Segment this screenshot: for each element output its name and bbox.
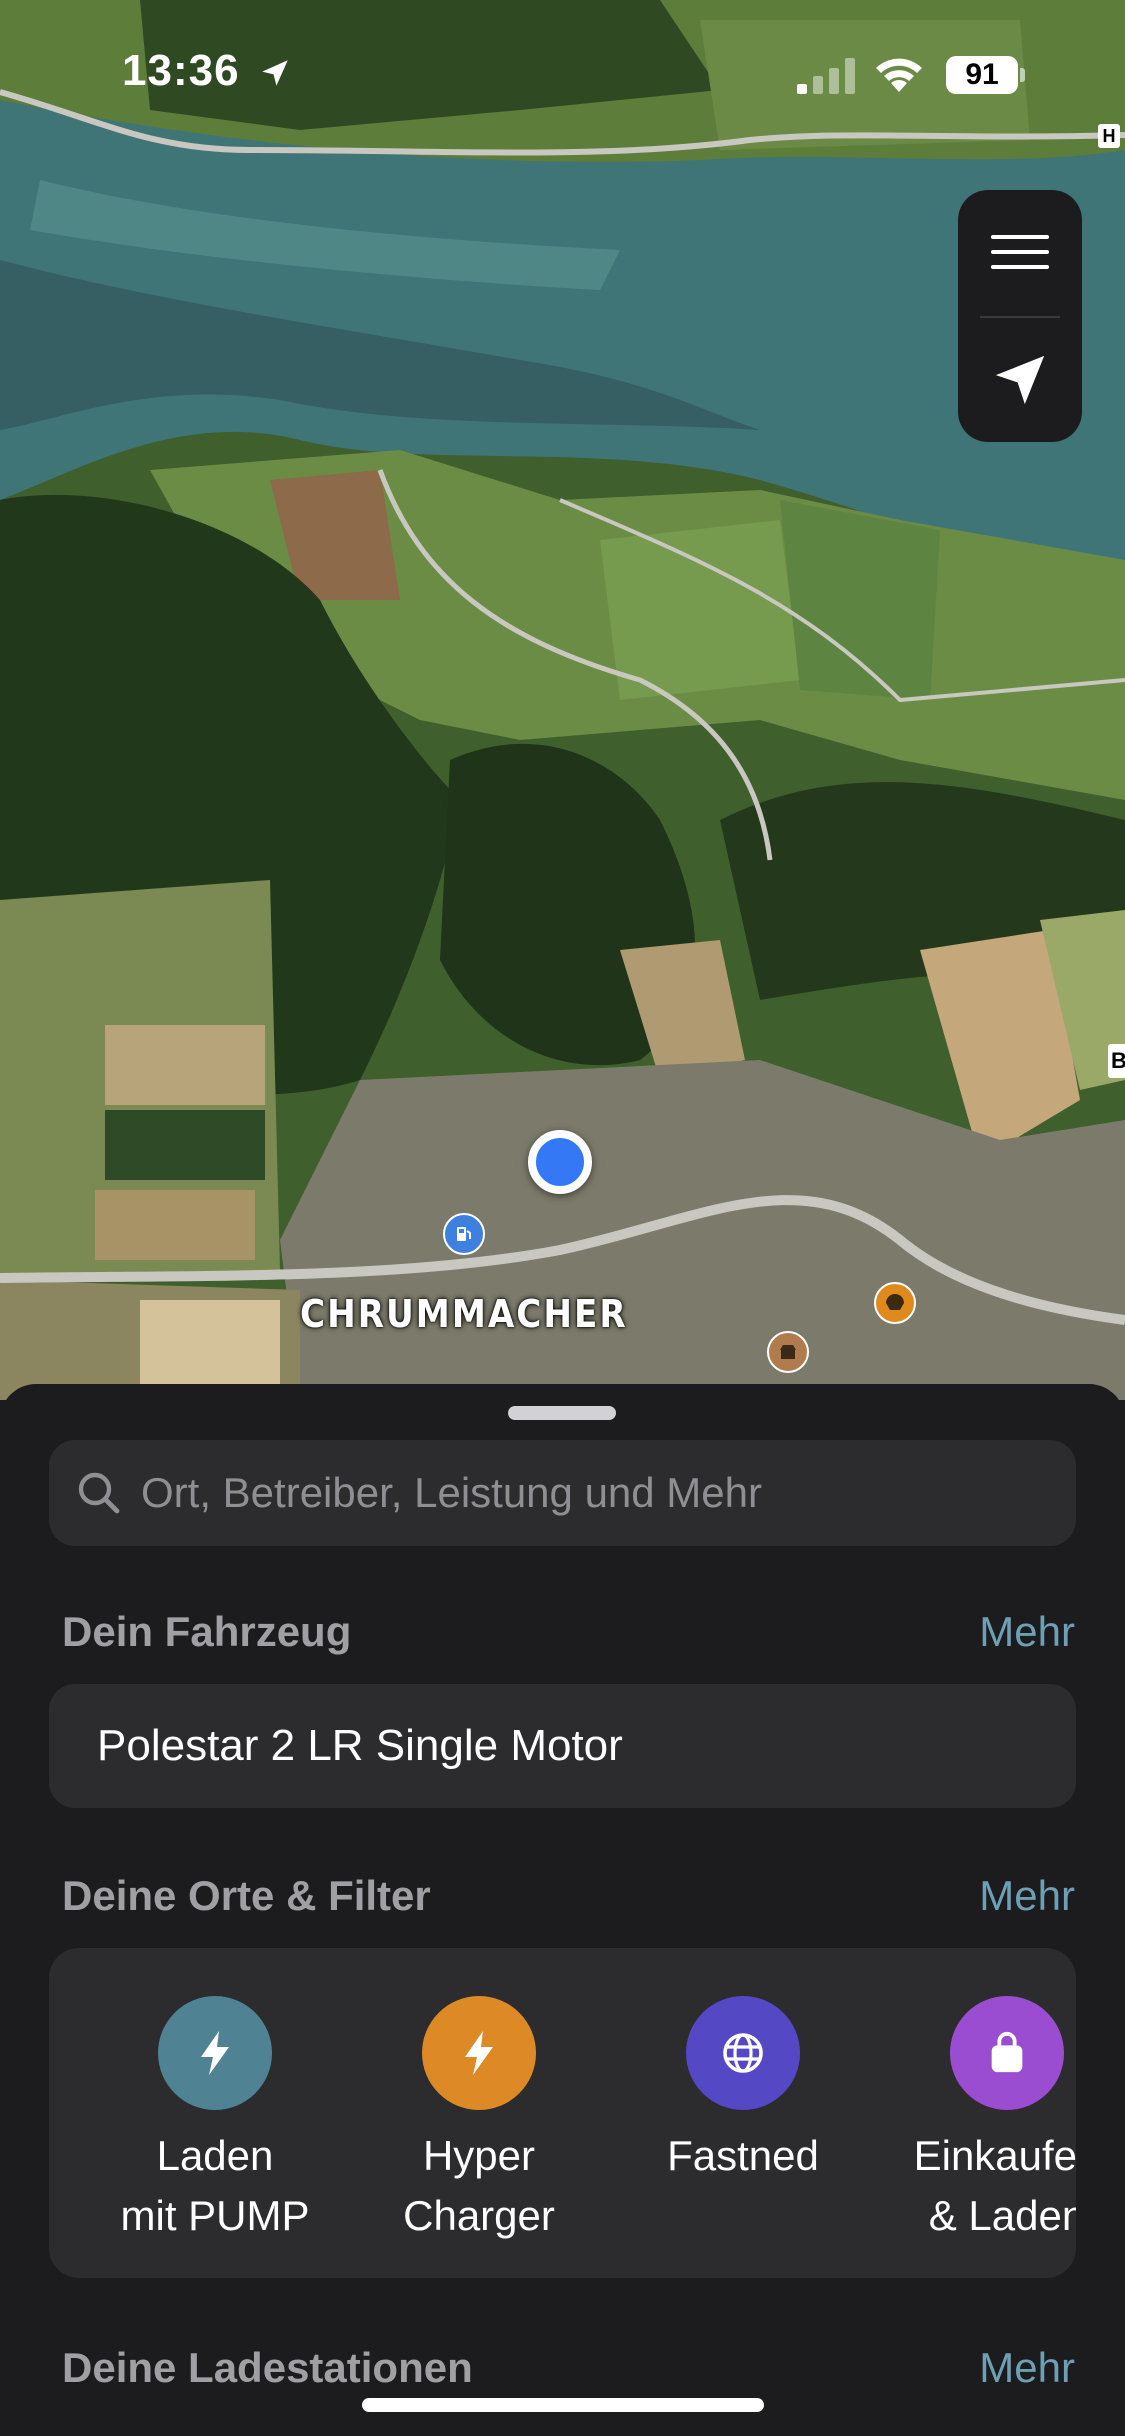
- filter-einkaufen-und-laden[interactable]: Einkaufen & Laden: [877, 1996, 1076, 2246]
- locate-me-button[interactable]: [958, 318, 1082, 442]
- filter-icon-circle: [950, 1996, 1064, 2110]
- wifi-icon: [876, 58, 922, 92]
- bolt-icon: [465, 2031, 493, 2075]
- location-services-icon: [262, 60, 288, 86]
- fuel-station-marker[interactable]: [443, 1213, 485, 1255]
- filter-hyper-charger[interactable]: Hyper Charger: [349, 1996, 609, 2246]
- user-location-dot: [528, 1130, 592, 1194]
- stations-more-link[interactable]: Mehr: [979, 2344, 1075, 2392]
- shell-station-marker[interactable]: [874, 1282, 916, 1324]
- shop-marker[interactable]: [767, 1331, 809, 1373]
- filter-label: Fastned: [667, 2132, 819, 2179]
- store-icon: [780, 1345, 796, 1359]
- globe-icon: [723, 2033, 763, 2073]
- filter-laden-mit-pump[interactable]: Laden mit PUMP: [85, 1996, 345, 2246]
- vehicle-name: Polestar 2 LR Single Motor: [97, 1721, 623, 1770]
- bottom-sheet: Dein Fahrzeug Mehr Polestar 2 LR Single …: [0, 1384, 1125, 2436]
- fuel-pump-icon: [457, 1227, 471, 1241]
- shopping-bag-icon: [991, 2031, 1023, 2073]
- home-indicator[interactable]: [362, 2398, 764, 2412]
- filter-label: Einkaufen & Laden: [913, 2132, 1076, 2239]
- status-bar: 13:36 91: [0, 0, 1125, 150]
- map-edge-label-h: H: [1098, 124, 1120, 148]
- map-menu-button[interactable]: [958, 190, 1082, 314]
- vehicle-card[interactable]: Polestar 2 LR Single Motor: [49, 1684, 1076, 1808]
- filters-more-link[interactable]: Mehr: [979, 1872, 1075, 1920]
- search-bar[interactable]: [49, 1440, 1076, 1546]
- shell-logo-icon: [886, 1294, 904, 1310]
- stations-section-title: Deine Ladestationen: [62, 2344, 473, 2391]
- vehicle-section-title: Dein Fahrzeug: [62, 1608, 352, 1655]
- sheet-grabber[interactable]: [508, 1406, 616, 1420]
- battery-cap: [1020, 68, 1025, 82]
- bolt-icon: [201, 2031, 229, 2075]
- map-edge-label-b: B: [1108, 1044, 1125, 1078]
- filter-label: Hyper Charger: [403, 2132, 555, 2239]
- cellular-signal-icon: [797, 58, 855, 94]
- map-place-label: CHRUMMACHER: [300, 1292, 628, 1336]
- map-view[interactable]: 13:36 91 H B CHRUMMACHER: [0, 0, 1125, 1400]
- filter-fastned[interactable]: Fastned: [613, 1996, 873, 2186]
- search-input[interactable]: [139, 1468, 1043, 1518]
- navigation-arrow-icon: [995, 355, 1045, 405]
- filter-icon-circle: [686, 1996, 800, 2110]
- filters-section-title: Deine Orte & Filter: [62, 1872, 431, 1919]
- filter-label: Laden mit PUMP: [120, 2132, 310, 2239]
- filter-icon-circle: [422, 1996, 536, 2110]
- clock: 13:36: [122, 46, 240, 95]
- hamburger-menu-icon: [991, 235, 1049, 269]
- battery-indicator: 91: [946, 56, 1018, 94]
- vehicle-more-link[interactable]: Mehr: [979, 1608, 1075, 1656]
- filters-carousel[interactable]: Laden mit PUMP Hyper Charger Fastned Ein…: [49, 1948, 1076, 2278]
- search-icon: [75, 1469, 123, 1517]
- map-controls: [958, 190, 1082, 442]
- filter-icon-circle: [158, 1996, 272, 2110]
